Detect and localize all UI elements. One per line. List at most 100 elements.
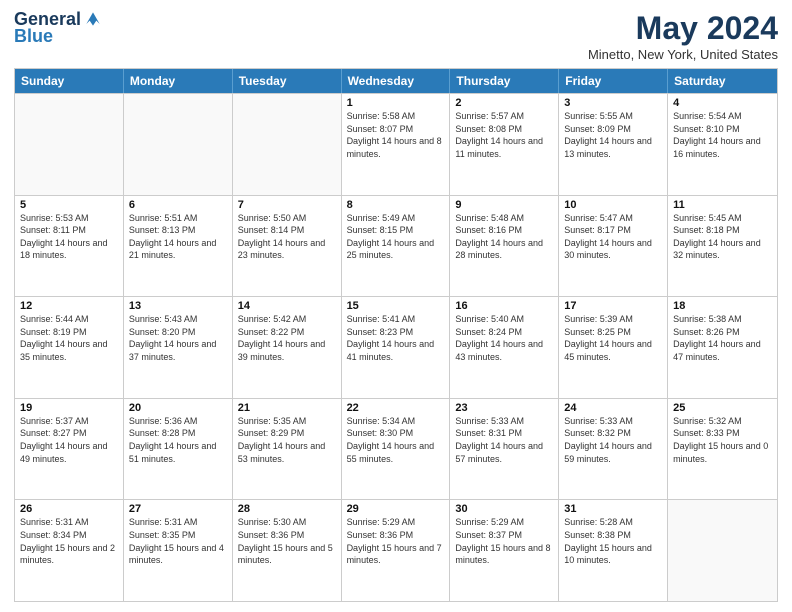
day-info: Sunrise: 5:31 AMSunset: 8:35 PMDaylight …: [129, 516, 227, 566]
header-cell-thursday: Thursday: [450, 69, 559, 93]
day-cell-16: 16Sunrise: 5:40 AMSunset: 8:24 PMDayligh…: [450, 297, 559, 398]
day-info: Sunrise: 5:50 AMSunset: 8:14 PMDaylight …: [238, 212, 336, 262]
day-info: Sunrise: 5:40 AMSunset: 8:24 PMDaylight …: [455, 313, 553, 363]
day-cell-23: 23Sunrise: 5:33 AMSunset: 8:31 PMDayligh…: [450, 399, 559, 500]
day-number: 4: [673, 97, 772, 109]
day-number: 20: [129, 402, 227, 414]
day-cell-9: 9Sunrise: 5:48 AMSunset: 8:16 PMDaylight…: [450, 196, 559, 297]
day-number: 18: [673, 300, 772, 312]
day-cell-20: 20Sunrise: 5:36 AMSunset: 8:28 PMDayligh…: [124, 399, 233, 500]
day-number: 5: [20, 199, 118, 211]
day-info: Sunrise: 5:29 AMSunset: 8:36 PMDaylight …: [347, 516, 445, 566]
day-info: Sunrise: 5:47 AMSunset: 8:17 PMDaylight …: [564, 212, 662, 262]
day-number: 2: [455, 97, 553, 109]
day-info: Sunrise: 5:34 AMSunset: 8:30 PMDaylight …: [347, 415, 445, 465]
empty-cell: [668, 500, 777, 601]
day-cell-31: 31Sunrise: 5:28 AMSunset: 8:38 PMDayligh…: [559, 500, 668, 601]
header-cell-wednesday: Wednesday: [342, 69, 451, 93]
day-number: 12: [20, 300, 118, 312]
day-number: 17: [564, 300, 662, 312]
day-number: 6: [129, 199, 227, 211]
day-cell-1: 1Sunrise: 5:58 AMSunset: 8:07 PMDaylight…: [342, 94, 451, 195]
calendar-header: SundayMondayTuesdayWednesdayThursdayFrid…: [15, 69, 777, 93]
day-info: Sunrise: 5:31 AMSunset: 8:34 PMDaylight …: [20, 516, 118, 566]
logo-icon: [83, 9, 103, 29]
day-number: 29: [347, 503, 445, 515]
calendar: SundayMondayTuesdayWednesdayThursdayFrid…: [14, 68, 778, 602]
day-info: Sunrise: 5:37 AMSunset: 8:27 PMDaylight …: [20, 415, 118, 465]
day-info: Sunrise: 5:55 AMSunset: 8:09 PMDaylight …: [564, 110, 662, 160]
calendar-subtitle: Minetto, New York, United States: [588, 47, 778, 62]
calendar-week-5: 26Sunrise: 5:31 AMSunset: 8:34 PMDayligh…: [15, 499, 777, 601]
day-info: Sunrise: 5:58 AMSunset: 8:07 PMDaylight …: [347, 110, 445, 160]
day-number: 28: [238, 503, 336, 515]
day-cell-12: 12Sunrise: 5:44 AMSunset: 8:19 PMDayligh…: [15, 297, 124, 398]
empty-cell: [233, 94, 342, 195]
day-number: 9: [455, 199, 553, 211]
day-number: 11: [673, 199, 772, 211]
day-number: 1: [347, 97, 445, 109]
day-cell-4: 4Sunrise: 5:54 AMSunset: 8:10 PMDaylight…: [668, 94, 777, 195]
calendar-week-3: 12Sunrise: 5:44 AMSunset: 8:19 PMDayligh…: [15, 296, 777, 398]
day-info: Sunrise: 5:54 AMSunset: 8:10 PMDaylight …: [673, 110, 772, 160]
day-info: Sunrise: 5:35 AMSunset: 8:29 PMDaylight …: [238, 415, 336, 465]
day-cell-10: 10Sunrise: 5:47 AMSunset: 8:17 PMDayligh…: [559, 196, 668, 297]
day-number: 13: [129, 300, 227, 312]
day-number: 10: [564, 199, 662, 211]
day-cell-5: 5Sunrise: 5:53 AMSunset: 8:11 PMDaylight…: [15, 196, 124, 297]
day-number: 8: [347, 199, 445, 211]
page: General Blue May 2024 Minetto, New York,…: [0, 0, 792, 612]
day-cell-22: 22Sunrise: 5:34 AMSunset: 8:30 PMDayligh…: [342, 399, 451, 500]
header: General Blue May 2024 Minetto, New York,…: [14, 10, 778, 62]
day-number: 14: [238, 300, 336, 312]
day-info: Sunrise: 5:51 AMSunset: 8:13 PMDaylight …: [129, 212, 227, 262]
day-cell-18: 18Sunrise: 5:38 AMSunset: 8:26 PMDayligh…: [668, 297, 777, 398]
day-cell-27: 27Sunrise: 5:31 AMSunset: 8:35 PMDayligh…: [124, 500, 233, 601]
header-cell-saturday: Saturday: [668, 69, 777, 93]
day-number: 3: [564, 97, 662, 109]
header-cell-friday: Friday: [559, 69, 668, 93]
day-number: 25: [673, 402, 772, 414]
calendar-title: May 2024: [588, 10, 778, 47]
day-info: Sunrise: 5:30 AMSunset: 8:36 PMDaylight …: [238, 516, 336, 566]
day-cell-29: 29Sunrise: 5:29 AMSunset: 8:36 PMDayligh…: [342, 500, 451, 601]
day-number: 16: [455, 300, 553, 312]
day-info: Sunrise: 5:38 AMSunset: 8:26 PMDaylight …: [673, 313, 772, 363]
day-number: 21: [238, 402, 336, 414]
day-number: 23: [455, 402, 553, 414]
empty-cell: [124, 94, 233, 195]
header-cell-sunday: Sunday: [15, 69, 124, 93]
day-info: Sunrise: 5:57 AMSunset: 8:08 PMDaylight …: [455, 110, 553, 160]
day-cell-8: 8Sunrise: 5:49 AMSunset: 8:15 PMDaylight…: [342, 196, 451, 297]
calendar-week-4: 19Sunrise: 5:37 AMSunset: 8:27 PMDayligh…: [15, 398, 777, 500]
day-number: 30: [455, 503, 553, 515]
day-number: 7: [238, 199, 336, 211]
day-number: 26: [20, 503, 118, 515]
day-info: Sunrise: 5:39 AMSunset: 8:25 PMDaylight …: [564, 313, 662, 363]
calendar-week-1: 1Sunrise: 5:58 AMSunset: 8:07 PMDaylight…: [15, 93, 777, 195]
empty-cell: [15, 94, 124, 195]
title-block: May 2024 Minetto, New York, United State…: [588, 10, 778, 62]
day-info: Sunrise: 5:49 AMSunset: 8:15 PMDaylight …: [347, 212, 445, 262]
day-cell-21: 21Sunrise: 5:35 AMSunset: 8:29 PMDayligh…: [233, 399, 342, 500]
day-info: Sunrise: 5:33 AMSunset: 8:31 PMDaylight …: [455, 415, 553, 465]
day-cell-13: 13Sunrise: 5:43 AMSunset: 8:20 PMDayligh…: [124, 297, 233, 398]
day-number: 19: [20, 402, 118, 414]
calendar-body: 1Sunrise: 5:58 AMSunset: 8:07 PMDaylight…: [15, 93, 777, 601]
day-info: Sunrise: 5:48 AMSunset: 8:16 PMDaylight …: [455, 212, 553, 262]
day-number: 22: [347, 402, 445, 414]
day-info: Sunrise: 5:33 AMSunset: 8:32 PMDaylight …: [564, 415, 662, 465]
day-cell-25: 25Sunrise: 5:32 AMSunset: 8:33 PMDayligh…: [668, 399, 777, 500]
day-info: Sunrise: 5:36 AMSunset: 8:28 PMDaylight …: [129, 415, 227, 465]
calendar-week-2: 5Sunrise: 5:53 AMSunset: 8:11 PMDaylight…: [15, 195, 777, 297]
day-cell-6: 6Sunrise: 5:51 AMSunset: 8:13 PMDaylight…: [124, 196, 233, 297]
day-info: Sunrise: 5:43 AMSunset: 8:20 PMDaylight …: [129, 313, 227, 363]
day-number: 24: [564, 402, 662, 414]
day-cell-7: 7Sunrise: 5:50 AMSunset: 8:14 PMDaylight…: [233, 196, 342, 297]
header-cell-tuesday: Tuesday: [233, 69, 342, 93]
header-cell-monday: Monday: [124, 69, 233, 93]
day-info: Sunrise: 5:29 AMSunset: 8:37 PMDaylight …: [455, 516, 553, 566]
day-info: Sunrise: 5:53 AMSunset: 8:11 PMDaylight …: [20, 212, 118, 262]
day-info: Sunrise: 5:41 AMSunset: 8:23 PMDaylight …: [347, 313, 445, 363]
day-info: Sunrise: 5:32 AMSunset: 8:33 PMDaylight …: [673, 415, 772, 465]
